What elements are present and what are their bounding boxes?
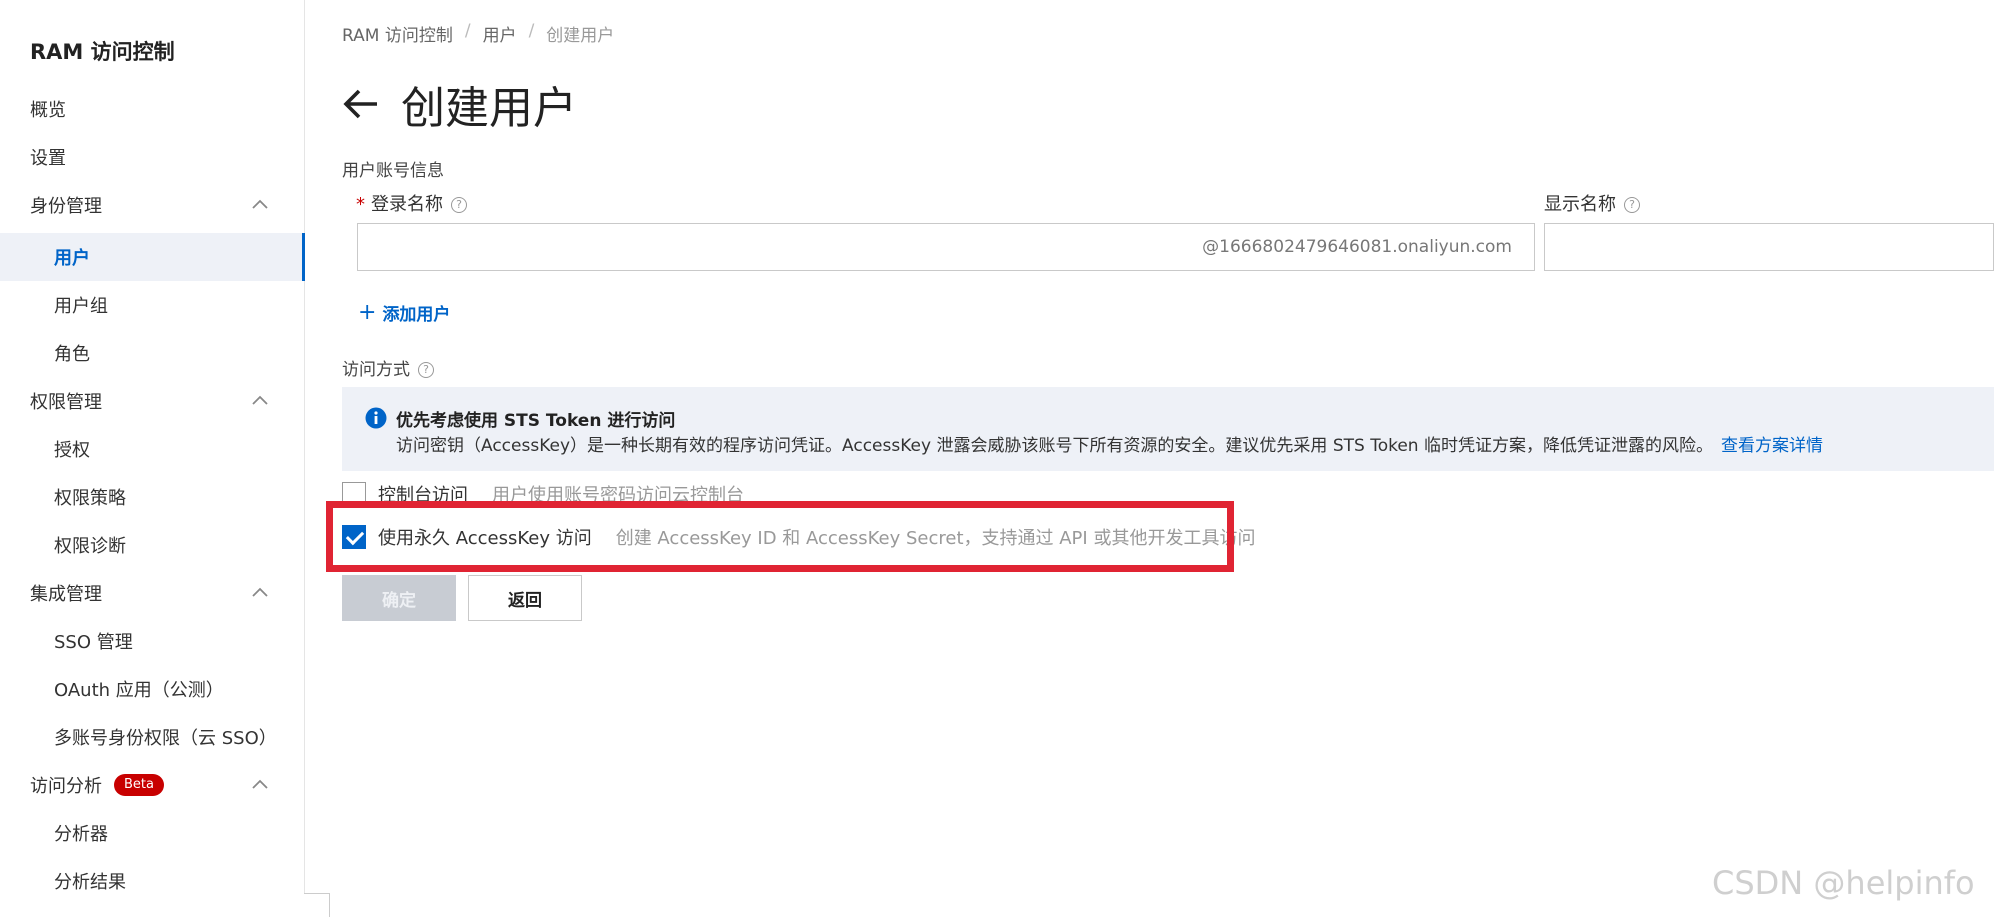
notice-title: 优先考虑使用 STS Token 进行访问 (396, 411, 676, 431)
back-button[interactable]: 返回 (468, 575, 582, 621)
beta-badge: Beta (114, 774, 164, 796)
sidebar-group-access-analysis[interactable]: 访问分析 Beta (0, 761, 304, 809)
sidebar-item-grants[interactable]: 授权 (0, 425, 304, 473)
breadcrumb-ram[interactable]: RAM 访问控制 (342, 21, 453, 46)
chevron-up-icon (252, 587, 268, 597)
sidebar-title: RAM 访问控制 (30, 40, 175, 64)
notice-text: 访问密钥（AccessKey）是一种长期有效的程序访问凭证。AccessKey … (396, 436, 1823, 456)
help-icon[interactable]: ? (1624, 197, 1640, 213)
sidebar-item-cloud-sso[interactable]: 多账号身份权限（云 SSO） (0, 713, 304, 761)
chevron-up-icon (252, 395, 268, 405)
breadcrumb-current: 创建用户 (546, 26, 615, 46)
plus-icon: + (358, 300, 377, 325)
add-user-button[interactable]: + 添加用户 (358, 300, 450, 325)
help-icon[interactable]: ? (418, 362, 434, 378)
page-title: 创建用户 (401, 83, 577, 134)
sidebar-item-oauth[interactable]: OAuth 应用（公测） (0, 665, 304, 713)
watermark: CSDN @helpinfo (1712, 864, 1975, 902)
sidebar-item-sso[interactable]: SSO 管理 (0, 617, 304, 665)
sidebar-item-diagnostics[interactable]: 权限诊断 (0, 521, 304, 569)
section-account-info: 用户账号信息 (342, 161, 444, 181)
sidebar-item-analysis-results[interactable]: 分析结果 (0, 857, 304, 905)
breadcrumb-separator: / (464, 21, 471, 41)
info-icon (365, 407, 387, 429)
breadcrumb: RAM 访问控制 / 用户 / 创建用户 (342, 21, 614, 46)
sidebar-group-identity[interactable]: 身份管理 (0, 181, 304, 229)
sidebar-item-policies[interactable]: 权限策略 (0, 473, 304, 521)
chevron-up-icon (252, 199, 268, 209)
sidebar-item-roles[interactable]: 角色 (0, 329, 304, 377)
sidebar-item-overview[interactable]: 概览 (0, 85, 304, 133)
login-name-label: * 登录名称? (356, 190, 467, 216)
required-mark: * (356, 194, 365, 215)
display-name-input[interactable] (1544, 223, 1994, 271)
sts-notice: 优先考虑使用 STS Token 进行访问 访问密钥（AccessKey）是一种… (342, 387, 1994, 471)
sidebar-group-integration[interactable]: 集成管理 (0, 569, 304, 617)
sidebar-item-user-groups[interactable]: 用户组 (0, 281, 304, 329)
page-header: 创建用户 (341, 72, 577, 136)
sidebar-item-analyzer[interactable]: 分析器 (0, 809, 304, 857)
confirm-button[interactable]: 确定 (342, 575, 456, 621)
chevron-up-icon (252, 779, 268, 789)
annotation-highlight-box (326, 501, 1234, 572)
access-mode-label: 访问方式? (342, 355, 434, 380)
breadcrumb-users[interactable]: 用户 (483, 21, 517, 46)
login-name-input[interactable]: @1666802479646081.onaliyun.com (357, 223, 1535, 271)
sidebar-group-permissions[interactable]: 权限管理 (0, 377, 304, 425)
notice-link[interactable]: 查看方案详情 (1721, 436, 1823, 456)
sidebar-item-users[interactable]: 用户 (0, 233, 305, 281)
sidebar-item-settings[interactable]: 设置 (0, 133, 304, 181)
back-arrow-icon[interactable] (341, 84, 381, 124)
display-name-label: 显示名称? (1544, 190, 1640, 216)
login-domain-suffix: @1666802479646081.onaliyun.com (1202, 237, 1512, 257)
breadcrumb-separator: / (528, 21, 535, 41)
sidebar: RAM 访问控制 概览 设置 身份管理 用户 用户组 角色 权限管理 授权 权限… (0, 0, 305, 917)
help-icon[interactable]: ? (451, 197, 467, 213)
